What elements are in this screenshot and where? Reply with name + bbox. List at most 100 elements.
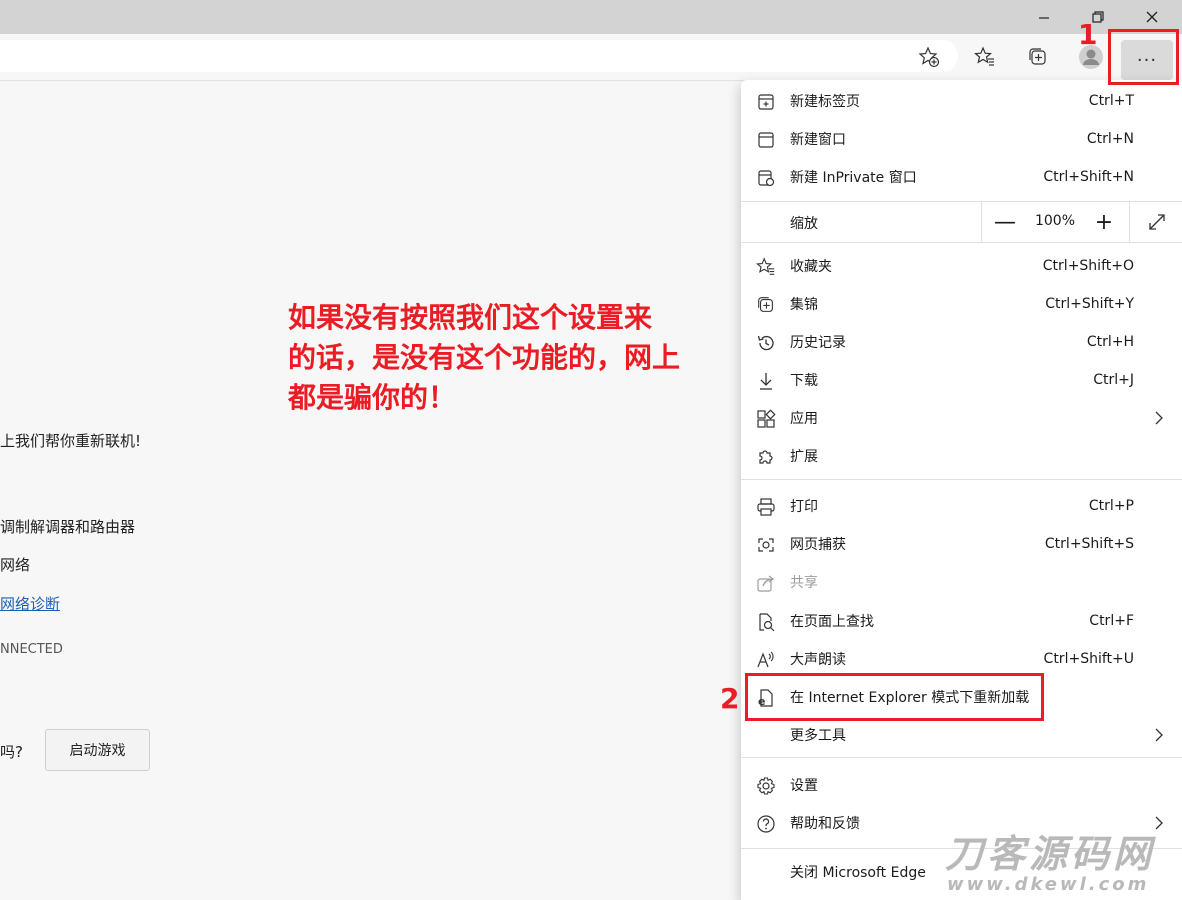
highlight-box-ie-mode [745, 673, 1044, 721]
menu-item-new-tab[interactable]: 新建标签页 Ctrl+T [741, 82, 1182, 120]
collections-button[interactable] [1023, 42, 1053, 72]
fullscreen-button[interactable] [1129, 202, 1182, 242]
zoom-level: 100% [1034, 213, 1076, 229]
marker-number-2: 2 [720, 682, 740, 715]
watermark-title: 刀客源码网 [945, 832, 1156, 876]
page-text-reconnect: 上我们帮你重新联机! [0, 432, 142, 450]
apps-icon [755, 408, 777, 430]
address-bar[interactable] [0, 40, 958, 72]
menu-item-find[interactable]: 在页面上查找 Ctrl+F [741, 602, 1182, 640]
menu-item-label: 关闭 Microsoft Edge [790, 865, 926, 881]
menu-item-share[interactable]: 共享 [741, 563, 1182, 601]
favorites-button[interactable] [970, 42, 1000, 72]
annotation-line: 的话，是没有这个功能的，网上 [288, 341, 681, 374]
menu-item-settings[interactable]: 设置 [741, 766, 1182, 804]
zoom-in-button[interactable]: + [1081, 202, 1127, 242]
menu-item-favorites[interactable]: 收藏夹 Ctrl+Shift+O [741, 247, 1182, 285]
menu-item-label: 集锦 [790, 297, 818, 313]
settings-menu: 新建标签页 Ctrl+T 新建窗口 Ctrl+N 新建 InPrivate 窗口… [741, 80, 1182, 900]
menu-item-label: 打印 [790, 499, 818, 515]
annotation-line: 都是骗你的！ [288, 381, 457, 414]
new-tab-icon [755, 91, 777, 113]
new-window-icon [755, 129, 777, 151]
menu-item-shortcut: Ctrl+Shift+N [1043, 169, 1134, 185]
minimize-button[interactable] [1017, 0, 1071, 34]
download-icon [755, 370, 777, 392]
menu-item-label: 更多工具 [790, 728, 846, 744]
zoom-out-button[interactable]: — [981, 202, 1028, 242]
menu-item-label: 新建 InPrivate 窗口 [790, 170, 917, 186]
read-aloud-icon [755, 649, 777, 671]
menu-item-shortcut: Ctrl+Shift+U [1043, 651, 1134, 667]
menu-item-label: 下载 [790, 373, 818, 389]
menu-item-label: 大声朗读 [790, 652, 846, 668]
menu-item-new-inprivate[interactable]: 新建 InPrivate 窗口 Ctrl+Shift+N [741, 158, 1182, 196]
menu-item-web-capture[interactable]: 网页捕获 Ctrl+Shift+S [741, 525, 1182, 563]
menu-divider [741, 757, 1182, 758]
chevron-right-icon [1155, 816, 1163, 830]
collections-icon [755, 294, 777, 316]
annotation-line: 如果没有按照我们这个设置来 [288, 301, 653, 334]
menu-item-shortcut: Ctrl+Shift+O [1042, 258, 1134, 274]
history-icon [755, 332, 777, 354]
minimize-icon [1039, 17, 1049, 19]
menu-item-shortcut: Ctrl+Shift+S [1044, 536, 1134, 552]
zoom-label: 缩放 [790, 216, 818, 232]
menu-item-shortcut: Ctrl+P [1088, 498, 1134, 514]
menu-item-label: 帮助和反馈 [790, 816, 860, 832]
menu-item-downloads[interactable]: 下载 Ctrl+J [741, 361, 1182, 399]
help-icon [755, 813, 777, 835]
menu-item-collections[interactable]: 集锦 Ctrl+Shift+Y [741, 285, 1182, 323]
menu-item-label: 扩展 [790, 449, 818, 465]
share-icon [755, 572, 777, 594]
menu-item-shortcut: Ctrl+H [1086, 334, 1134, 350]
find-icon [755, 611, 777, 633]
title-bar [0, 0, 1182, 34]
zoom-row: 缩放 — 100% + [741, 201, 1182, 243]
menu-item-label: 在页面上查找 [790, 614, 874, 630]
gear-icon [755, 775, 777, 797]
page-text-network: 网络 [0, 556, 31, 574]
menu-item-label: 新建标签页 [790, 94, 860, 110]
page-text-modem: 调制解调器和路由器 [0, 518, 136, 536]
chevron-right-icon [1155, 411, 1163, 425]
menu-item-shortcut: Ctrl+F [1089, 613, 1134, 629]
menu-item-extensions[interactable]: 扩展 [741, 437, 1182, 475]
menu-divider [741, 479, 1182, 480]
menu-item-label: 设置 [790, 778, 818, 794]
menu-item-new-window[interactable]: 新建窗口 Ctrl+N [741, 120, 1182, 158]
network-diagnostics-link[interactable]: 网络诊断 [0, 593, 60, 614]
chevron-right-icon [1155, 728, 1163, 742]
marker-number-1: 1 [1078, 18, 1098, 51]
annotation-text: 如果没有按照我们这个设置来 的话，是没有这个功能的，网上 都是骗你的！ [288, 298, 748, 418]
watermark: 刀客源码网 www.dkewl.com [945, 834, 1175, 896]
highlight-box-more [1108, 29, 1179, 85]
web-capture-icon [755, 534, 777, 556]
watermark-url: www.dkewl.com [947, 874, 1150, 895]
collections-icon [1029, 48, 1046, 65]
page-text-game-question: 吗? [0, 743, 23, 761]
start-game-button[interactable]: 启动游戏 [45, 729, 150, 771]
menu-item-shortcut: Ctrl+N [1086, 131, 1134, 147]
menu-item-label: 历史记录 [790, 335, 846, 351]
close-icon [1146, 11, 1158, 23]
favorites-icon [755, 256, 777, 278]
menu-item-label: 新建窗口 [790, 132, 846, 148]
menu-item-shortcut: Ctrl+T [1088, 93, 1134, 109]
menu-item-print[interactable]: 打印 Ctrl+P [741, 487, 1182, 525]
error-code: NNECTED [0, 642, 63, 657]
inprivate-icon [755, 167, 777, 189]
add-favorite-button[interactable] [914, 42, 944, 72]
menu-item-history[interactable]: 历史记录 Ctrl+H [741, 323, 1182, 361]
printer-icon [755, 496, 777, 518]
favorites-icon [974, 46, 994, 66]
menu-item-label: 共享 [790, 575, 818, 591]
fullscreen-icon [1148, 214, 1165, 230]
browser-toolbar [0, 34, 1182, 81]
menu-item-apps[interactable]: 应用 [741, 399, 1182, 437]
menu-item-shortcut: Ctrl+J [1093, 372, 1134, 388]
menu-item-label: 应用 [790, 411, 818, 427]
menu-item-label: 网页捕获 [790, 537, 846, 553]
menu-item-more-tools[interactable]: 更多工具 [741, 716, 1182, 754]
menu-item-shortcut: Ctrl+Shift+Y [1045, 296, 1134, 312]
